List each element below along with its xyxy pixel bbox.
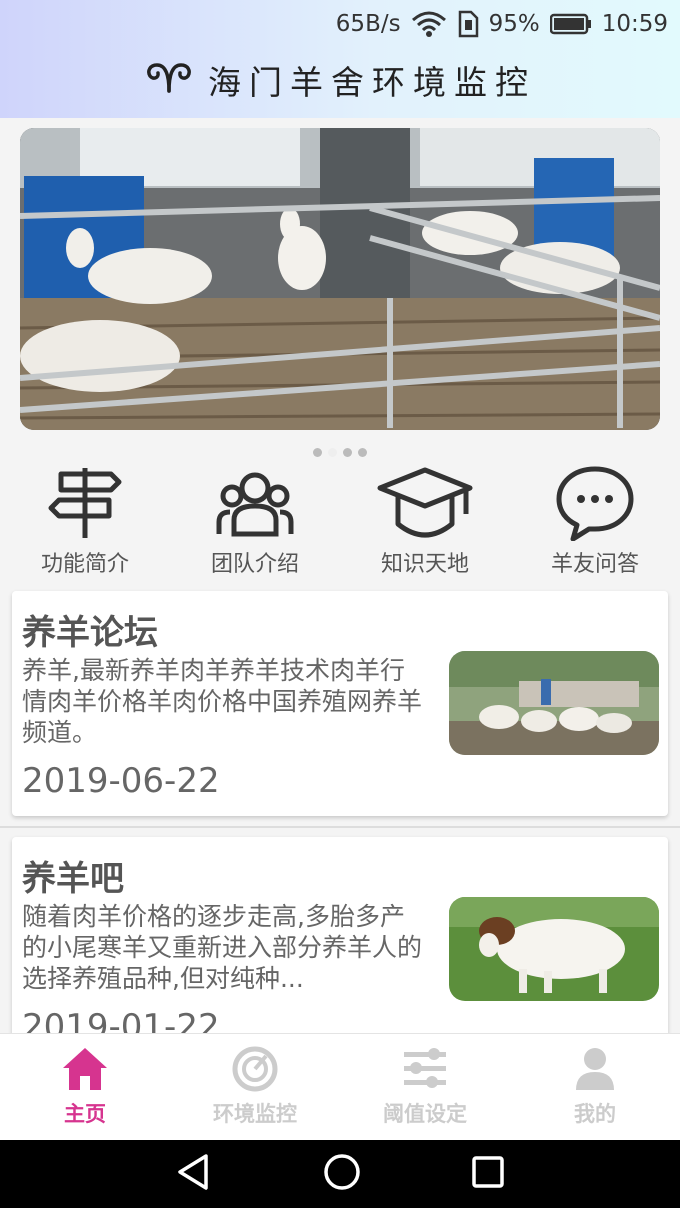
quick-links: 功能简介 团队介绍 知识天地 羊友问答 [0,462,680,580]
tab-home[interactable]: 主页 [0,1034,170,1140]
article-title: 养羊吧 [22,859,124,899]
wifi-icon [411,10,447,38]
carousel-dot-active[interactable] [328,448,337,457]
quick-link-label: 知识天地 [380,552,469,577]
quick-link-label: 团队介绍 [210,552,299,577]
tab-label: 阈值设定 [383,1102,467,1126]
sim-icon [457,10,479,38]
app-header: 65B/s 95% 10:59 海门羊舍环境监控 [0,0,680,118]
network-speed: 65B/s [335,11,401,37]
article-summary: 养羊,最新养羊肉羊养羊技术肉羊行情肉羊价格羊肉价格中国养殖网养羊频道。 [22,656,423,747]
graduation-cap-icon [376,462,474,544]
quick-link-qa[interactable]: 羊友问答 [510,462,680,580]
home-icon [61,1046,109,1096]
clock: 10:59 [601,11,668,37]
quick-link-features[interactable]: 功能简介 [0,462,170,580]
tab-label: 环境监控 [213,1102,297,1126]
article-card[interactable]: 养羊吧 随着肉羊价格的逐步走高,多胎多产的小尾寒羊又重新进入部分养羊人的选择养殖… [12,837,668,1047]
title-row: 海门羊舍环境监控 [0,55,680,105]
sheep-pen-photo [20,128,660,430]
carousel-dot[interactable] [313,448,322,457]
article-date: 2019-06-22 [22,761,220,801]
article-thumbnail [449,651,659,755]
section-divider [0,826,680,828]
sliders-icon [402,1046,448,1096]
quick-link-label: 功能简介 [40,552,129,577]
carousel-indicator [0,448,680,457]
home-circle-icon[interactable] [322,1152,362,1196]
chat-bubble-icon [555,462,635,544]
carousel-dot[interactable] [358,448,367,457]
status-bar: 65B/s 95% 10:59 [336,8,668,40]
carousel-dot[interactable] [343,448,352,457]
tab-profile[interactable]: 我的 [510,1034,680,1140]
tab-label: 我的 [574,1102,616,1126]
battery-icon [549,13,592,35]
tab-threshold[interactable]: 阈值设定 [340,1034,510,1140]
tab-label: 主页 [64,1102,106,1126]
signpost-icon [47,462,123,544]
battery-percent: 95% [488,11,540,37]
system-nav-bar [0,1140,680,1208]
article-thumbnail [449,897,659,1001]
back-icon[interactable] [174,1152,214,1196]
page-title: 海门羊舍环境监控 [208,63,536,102]
article-summary: 随着肉羊价格的逐步走高,多胎多产的小尾寒羊又重新进入部分养羊人的选择养殖品种,但… [22,902,423,993]
banner-carousel[interactable] [20,128,660,430]
ram-horn-icon [144,61,194,99]
quick-link-team[interactable]: 团队介绍 [170,462,340,580]
bottom-tab-bar: 主页 环境监控 阈值设定 我的 [0,1033,680,1140]
quick-link-label: 羊友问答 [550,552,639,577]
recents-icon[interactable] [470,1154,506,1194]
user-icon [572,1046,618,1096]
gauge-icon [232,1046,278,1096]
article-title: 养羊论坛 [22,613,158,653]
team-icon [216,462,294,544]
tab-monitor[interactable]: 环境监控 [170,1034,340,1140]
quick-link-knowledge[interactable]: 知识天地 [340,462,510,580]
article-card[interactable]: 养羊论坛 养羊,最新养羊肉羊养羊技术肉羊行情肉羊价格羊肉价格中国养殖网养羊频道。… [12,591,668,816]
